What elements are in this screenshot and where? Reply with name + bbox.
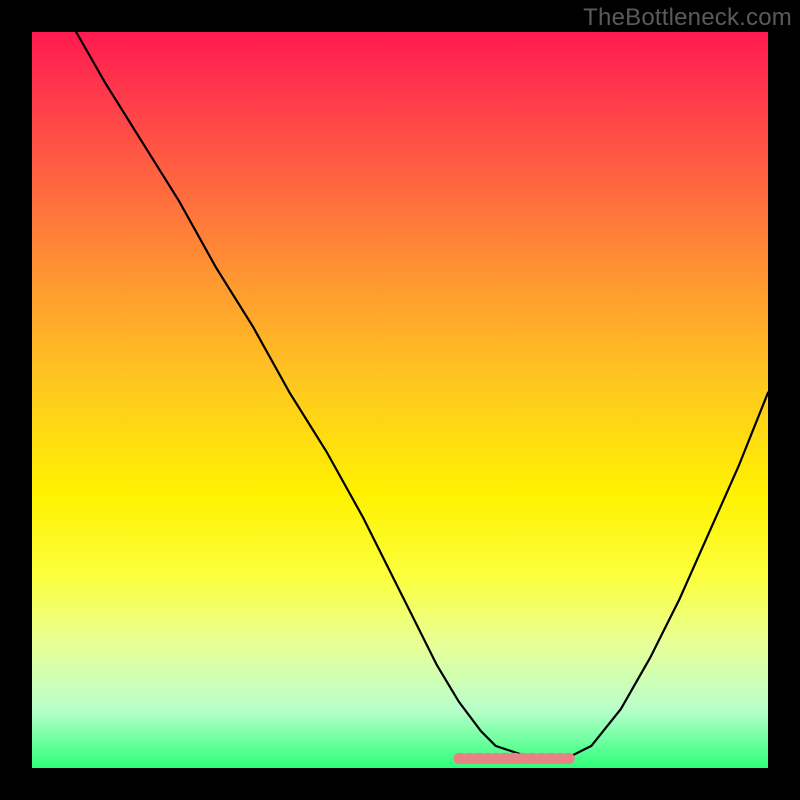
plot-inner <box>32 32 768 768</box>
bottleneck-curve <box>76 32 768 759</box>
chart-container: TheBottleneck.com <box>0 0 800 800</box>
curve-svg <box>32 32 768 768</box>
attribution-text: TheBottleneck.com <box>583 4 792 32</box>
plot-area <box>32 32 768 768</box>
